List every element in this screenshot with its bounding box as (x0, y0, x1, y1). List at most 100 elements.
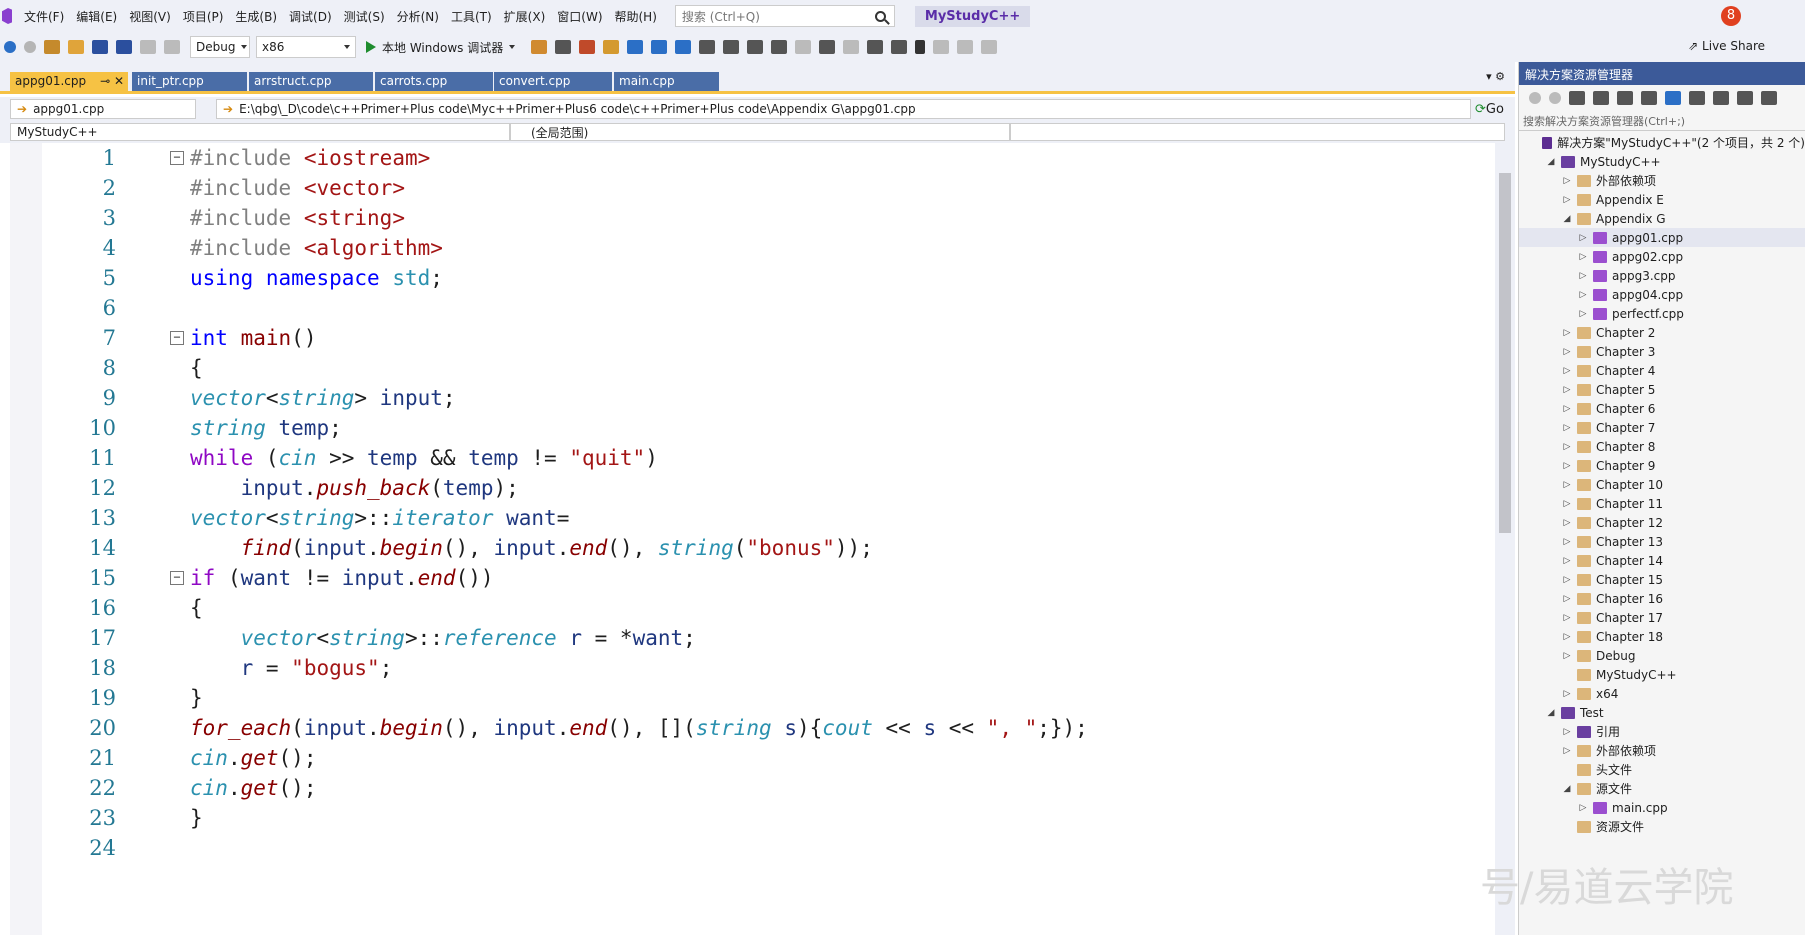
back-icon[interactable] (4, 41, 16, 53)
expander-icon[interactable]: ▷ (1561, 746, 1573, 756)
tree-node[interactable]: ▷ Appendix E (1519, 190, 1805, 209)
tree-node[interactable]: ▷ Chapter 6 (1519, 399, 1805, 418)
expander-icon[interactable]: ◢ (1561, 214, 1573, 224)
prev-bookmark-icon[interactable] (933, 40, 950, 54)
expander-icon[interactable]: ▷ (1577, 803, 1589, 813)
tree-node[interactable]: ▷ x64 (1519, 684, 1805, 703)
file-dropdown[interactable]: ➔ appg01.cpp (10, 99, 196, 119)
expander-icon[interactable]: ▷ (1561, 385, 1573, 395)
tree-node[interactable]: ▷ Chapter 9 (1519, 456, 1805, 475)
tab-arrstruct[interactable]: arrstruct.cpp (249, 72, 373, 91)
expander-icon[interactable]: ▷ (1577, 309, 1589, 319)
wrench-icon[interactable] (1761, 91, 1777, 105)
redo-icon[interactable] (164, 40, 180, 54)
code-editor[interactable]: 1− #include <iostream> 2 #include <vector>… (10, 143, 1515, 935)
tree-node[interactable]: ▷ appg04.cpp (1519, 285, 1805, 304)
go-button[interactable]: ⟳Go (1475, 102, 1504, 117)
forward-icon[interactable] (24, 41, 36, 53)
switch-view-icon[interactable] (1593, 91, 1609, 105)
collapse-icon[interactable]: − (170, 331, 184, 345)
tree-node[interactable]: 资源文件 (1519, 817, 1805, 836)
live-share-button[interactable]: ⇗ Live Share (1688, 39, 1765, 53)
expander-icon[interactable]: ▷ (1561, 651, 1573, 661)
menu-build[interactable]: 生成(B) (235, 8, 277, 25)
vertical-scrollbar[interactable] (1495, 143, 1515, 935)
tree-node[interactable]: ◢ Test (1519, 703, 1805, 722)
show-all-files-icon[interactable] (1713, 91, 1729, 105)
hot-reload-icon[interactable] (531, 40, 548, 54)
expander-icon[interactable]: ▷ (1561, 537, 1573, 547)
expander-icon[interactable]: ▷ (1561, 727, 1573, 737)
tab-appg01[interactable]: appg01.cpp ⊸ ✕ (10, 72, 128, 91)
tree-node[interactable]: ▷ 引用 (1519, 722, 1805, 741)
tree-node[interactable]: ▷ 外部依赖项 (1519, 171, 1805, 190)
navigate-icon[interactable] (651, 40, 668, 54)
menu-file[interactable]: 文件(F) (24, 8, 64, 25)
tree-node[interactable]: ▷ Chapter 5 (1519, 380, 1805, 399)
tree-node[interactable]: ▷ appg02.cpp (1519, 247, 1805, 266)
tree-node[interactable]: ◢ 源文件 (1519, 779, 1805, 798)
search-icon[interactable] (874, 10, 886, 22)
expander-icon[interactable]: ▷ (1561, 423, 1573, 433)
menu-test[interactable]: 测试(S) (344, 8, 385, 25)
tree-node[interactable]: ▷ Chapter 2 (1519, 323, 1805, 342)
refresh-icon[interactable] (1665, 91, 1681, 105)
expander-icon[interactable]: ▷ (1561, 499, 1573, 509)
undo-icon[interactable] (140, 40, 156, 54)
tree-node[interactable]: ▷ Chapter 16 (1519, 589, 1805, 608)
expander-icon[interactable]: ◢ (1545, 157, 1557, 167)
member-dropdown[interactable] (1010, 123, 1505, 141)
tree-node[interactable]: ▷ Chapter 8 (1519, 437, 1805, 456)
uncomment-icon[interactable] (891, 40, 908, 54)
history-icon[interactable] (1617, 91, 1633, 105)
tree-node[interactable]: ▷ Chapter 3 (1519, 342, 1805, 361)
menu-view[interactable]: 视图(V) (129, 8, 171, 25)
menu-help[interactable]: 帮助(H) (615, 8, 657, 25)
screenshot-icon[interactable] (555, 40, 572, 54)
expander-icon[interactable]: ▷ (1561, 442, 1573, 452)
tab-convert[interactable]: convert.cpp (494, 72, 612, 91)
comment-icon[interactable] (867, 40, 884, 54)
close-icon[interactable]: ✕ (114, 74, 124, 88)
scroll-thumb[interactable] (1499, 173, 1511, 533)
menu-analyze[interactable]: 分析(N) (397, 8, 439, 25)
tree-node[interactable]: ▷ main.cpp (1519, 798, 1805, 817)
expander-icon[interactable]: ▷ (1561, 594, 1573, 604)
config-dropdown[interactable]: Debug (190, 36, 250, 58)
abc-icon[interactable] (723, 40, 740, 54)
clear-bookmark-icon[interactable] (981, 40, 998, 54)
sync-icon[interactable] (1641, 91, 1657, 105)
tree-node[interactable]: ▷ Chapter 12 (1519, 513, 1805, 532)
scope-dropdown[interactable]: (全局范围) (510, 123, 1010, 141)
find-icon[interactable] (627, 40, 644, 54)
expander-icon[interactable]: ▷ (1561, 556, 1573, 566)
expander-icon[interactable]: ▷ (1577, 290, 1589, 300)
tree-node[interactable]: ▷ Chapter 15 (1519, 570, 1805, 589)
pin-icon[interactable]: ⊸ (100, 74, 110, 88)
expander-icon[interactable]: ▷ (1561, 689, 1573, 699)
expander-icon[interactable]: ▷ (1561, 176, 1573, 186)
collapse-icon[interactable]: − (170, 151, 184, 165)
tool-icon[interactable] (603, 40, 620, 54)
menu-window[interactable]: 窗口(W) (557, 8, 602, 25)
expander-icon[interactable]: ▷ (1561, 613, 1573, 623)
tree-node[interactable]: ◢ Appendix G (1519, 209, 1805, 228)
tree-node[interactable]: ▷ Chapter 4 (1519, 361, 1805, 380)
tree-node[interactable]: ▷ appg01.cpp (1519, 228, 1805, 247)
code-view-icon[interactable] (1737, 91, 1753, 105)
expander-icon[interactable]: ▷ (1561, 575, 1573, 585)
indent-icon[interactable] (819, 40, 836, 54)
expander-icon[interactable]: ▷ (1561, 480, 1573, 490)
open-file-icon[interactable] (68, 40, 84, 54)
extract-icon[interactable] (795, 40, 812, 54)
diagnostics-icon[interactable] (579, 40, 596, 54)
tree-node[interactable]: ▷ Chapter 7 (1519, 418, 1805, 437)
expander-icon[interactable]: ▷ (1561, 518, 1573, 528)
solution-search-input[interactable]: 搜索解决方案资源管理器(Ctrl+;) (1519, 111, 1805, 131)
project-scope-dropdown[interactable]: MyStudyC++ (10, 123, 510, 141)
back-icon[interactable] (1529, 92, 1541, 104)
git-icon[interactable] (771, 40, 788, 54)
menu-edit[interactable]: 编辑(E) (76, 8, 117, 25)
tree-node[interactable]: ▷ Debug (1519, 646, 1805, 665)
tree-node[interactable]: MyStudyC++ (1519, 665, 1805, 684)
